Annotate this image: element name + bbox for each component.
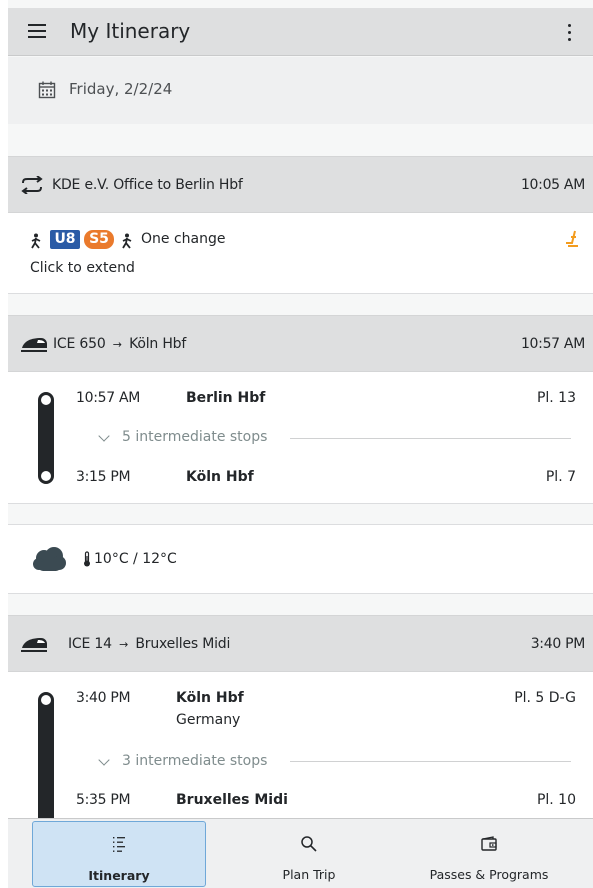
train-icon xyxy=(21,338,47,352)
intermediate-stops-toggle[interactable]: 3 intermediate stops xyxy=(122,753,267,769)
thermometer-icon xyxy=(84,551,90,567)
departure-country: Germany xyxy=(176,712,241,728)
divider xyxy=(290,761,571,762)
departure-station: Köln Hbf xyxy=(176,690,244,706)
line-badge-s5: S5 xyxy=(84,230,114,249)
intermediate-stops-toggle[interactable]: 5 intermediate stops xyxy=(122,429,267,445)
spacer xyxy=(8,594,593,616)
cloud-icon xyxy=(33,547,66,571)
page-title: My Itinerary xyxy=(70,19,191,43)
nav-itinerary[interactable]: Itinerary xyxy=(32,821,206,887)
nav-passes-programs[interactable]: Passes & Programs xyxy=(402,821,576,887)
walk-icon xyxy=(122,233,132,249)
arrival-station: Köln Hbf xyxy=(186,469,254,485)
wallet-icon xyxy=(481,836,497,851)
date-label: Friday, 2/2/24 xyxy=(69,80,173,98)
spacer xyxy=(8,294,593,316)
menu-icon[interactable] xyxy=(28,24,46,38)
departure-station: Berlin Hbf xyxy=(186,390,266,406)
trip-header-ice650[interactable]: ICE 650 → Köln Hbf 10:57 AM xyxy=(8,315,593,372)
search-icon xyxy=(301,836,317,852)
more-options-icon[interactable] xyxy=(567,22,571,42)
trip-card-ice14[interactable]: 3:40 PM Köln Hbf Germany Pl. 5 D-G 3 int… xyxy=(8,672,593,842)
nav-label: Plan Trip xyxy=(282,867,336,882)
departure-platform: Pl. 13 xyxy=(536,390,576,406)
divider xyxy=(290,438,571,439)
app-window: My Itinerary Friday, 2/2/24 KDE e.V. Off… xyxy=(8,0,593,888)
nav-label: Passes & Programs xyxy=(429,867,549,882)
arrival-platform: Pl. 10 xyxy=(536,792,576,808)
transfer-time: 10:05 AM xyxy=(520,177,585,193)
walk-icon xyxy=(31,233,41,249)
journey-rail xyxy=(38,392,54,484)
train-icon xyxy=(21,638,47,652)
chevron-down-icon[interactable] xyxy=(98,430,110,442)
seat-icon xyxy=(566,230,578,247)
trip-time: 3:40 PM xyxy=(530,636,586,652)
trip-header-ice14[interactable]: ICE 14 → Bruxelles Midi 3:40 PM xyxy=(8,615,593,672)
line-badge-u8: U8 xyxy=(50,230,80,249)
trip-title: ICE 14 → Bruxelles Midi xyxy=(68,636,231,652)
bottom-navigation: Itinerary Plan Trip Passes & Programs xyxy=(8,818,593,888)
departure-time: 3:40 PM xyxy=(76,690,131,706)
nav-label: Itinerary xyxy=(88,868,150,883)
spacer xyxy=(8,504,593,525)
transfer-icon xyxy=(21,176,43,194)
arrival-station: Bruxelles Midi xyxy=(176,792,288,808)
top-bar: My Itinerary xyxy=(8,8,593,56)
nav-plan-trip[interactable]: Plan Trip xyxy=(222,821,396,887)
trip-title: ICE 650 → Köln Hbf xyxy=(53,336,187,352)
list-icon xyxy=(113,837,125,852)
departure-platform: Pl. 5 D-G xyxy=(514,690,576,706)
chevron-down-icon[interactable] xyxy=(98,754,110,766)
spacer xyxy=(8,124,593,156)
extend-hint[interactable]: Click to extend xyxy=(30,260,135,276)
date-header: Friday, 2/2/24 xyxy=(8,57,593,124)
arrival-platform: Pl. 7 xyxy=(545,469,576,485)
transfer-header[interactable]: KDE e.V. Office to Berlin Hbf 10:05 AM xyxy=(8,156,593,213)
arrival-time: 5:35 PM xyxy=(76,792,131,808)
departure-time: 10:57 AM xyxy=(76,390,141,406)
weather-card: 10°C / 12°C xyxy=(8,524,593,594)
calendar-icon xyxy=(38,81,56,99)
trip-time: 10:57 AM xyxy=(520,336,585,352)
trip-card-ice650[interactable]: 10:57 AM Berlin Hbf Pl. 13 5 intermediat… xyxy=(8,372,593,504)
transfer-summary: One change xyxy=(141,231,226,247)
temperature-range: 10°C / 12°C xyxy=(94,551,177,567)
transfer-card[interactable]: U8 S5 One change Click to extend xyxy=(8,213,593,294)
transfer-title: KDE e.V. Office to Berlin Hbf xyxy=(52,177,243,193)
arrival-time: 3:15 PM xyxy=(76,469,131,485)
